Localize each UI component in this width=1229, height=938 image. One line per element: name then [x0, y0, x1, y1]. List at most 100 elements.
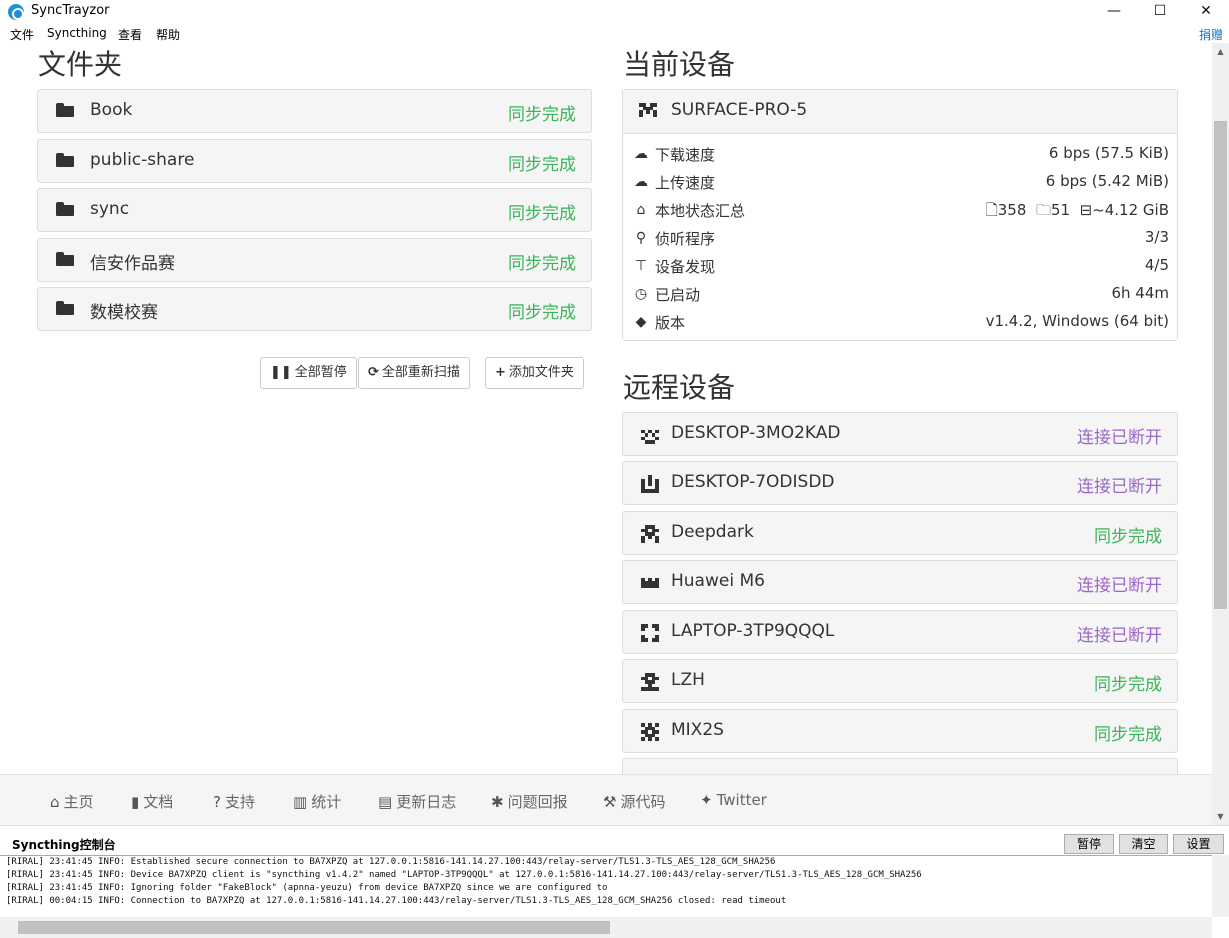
home-icon: ⌂	[636, 202, 646, 218]
console-log[interactable]: [RIRAL] 23:41:45 INFO: Established secur…	[0, 855, 1212, 917]
close-button[interactable]: ✕	[1183, 0, 1229, 24]
footer-link-stats[interactable]: ▥ 统计	[293, 791, 341, 812]
console-horizontal-scrollbar[interactable]	[0, 917, 1212, 938]
device-identicon-icon	[641, 426, 659, 444]
this-device-header[interactable]: SURFACE-PRO-5	[623, 90, 1177, 134]
link-label: 统计	[311, 793, 342, 811]
row-value[interactable]: 3/3	[1145, 228, 1169, 246]
add-folder-button[interactable]: + 添加文件夹	[485, 357, 584, 389]
remote-device-huawei-m6[interactable]: Huawei M6 连接已断开	[622, 560, 1178, 604]
remote-device-laptop-3tp9qqql[interactable]: LAPTOP-3TP9QQQL 连接已断开	[622, 610, 1178, 654]
console-header: Syncthing控制台 暂停 清空 设置	[0, 825, 1229, 855]
hdd-icon: ⊟	[1079, 201, 1093, 219]
folder-panel-public-share[interactable]: public-share 同步完成	[37, 139, 592, 183]
window-title: SyncTrayzor	[31, 3, 110, 18]
folder-panel-book[interactable]: Book 同步完成	[37, 89, 592, 133]
device-name: DESKTOP-3MO2KAD	[671, 423, 841, 443]
folder-name: 数模校赛	[90, 303, 158, 323]
rescan-all-button[interactable]: ⟳ 全部重新扫描	[358, 357, 470, 389]
row-local-state: ⌂ 本地状态汇总 🗋358 🗀51 ⊟~4.12 GiB	[633, 196, 1169, 224]
row-value: 6h 44m	[1111, 284, 1169, 302]
remote-device-deepdark[interactable]: Deepdark 同步完成	[622, 511, 1178, 555]
footer-link-home[interactable]: ⌂ 主页	[50, 791, 94, 812]
refresh-icon: ⟳	[368, 365, 379, 380]
folder-outline-icon: 🗀	[1035, 201, 1051, 219]
scroll-down-arrow-icon[interactable]: ▼	[1212, 808, 1229, 825]
menu-file[interactable]: 文件	[10, 26, 34, 43]
row-uptime: ◷ 已启动 6h 44m	[633, 280, 1169, 308]
row-download-rate: ☁ 下载速度 6 bps (57.5 KiB)	[633, 140, 1169, 168]
footer-link-docs[interactable]: ▮ 文档	[131, 791, 173, 812]
link-label: 支持	[224, 793, 255, 811]
folder-panel-xinan[interactable]: 信安作品赛 同步完成	[37, 238, 592, 282]
console-pause-button[interactable]: 暂停	[1064, 834, 1114, 854]
this-device-name: SURFACE-PRO-5	[671, 100, 808, 120]
device-name: LAPTOP-3TP9QQQL	[671, 621, 835, 641]
remote-device-mix2s[interactable]: MIX2S 同步完成	[622, 709, 1178, 753]
remote-device-lzh[interactable]: LZH 同步完成	[622, 659, 1178, 703]
sitemap-icon: ⚲	[635, 230, 647, 246]
minimize-button[interactable]: —	[1091, 0, 1137, 24]
row-label: 侦听程序	[655, 230, 716, 248]
file-text-icon: ▤	[378, 793, 393, 811]
row-upload-rate: ☁ 上传速度 6 bps (5.42 MiB)	[633, 168, 1169, 196]
wrench-icon: ⚒	[603, 793, 617, 811]
footer-link-source[interactable]: ⚒ 源代码	[603, 791, 665, 812]
row-discovery: ⊤ 设备发现 4/5	[633, 252, 1169, 280]
footer-link-changelog[interactable]: ▤ 更新日志	[378, 791, 456, 812]
scrollbar-thumb[interactable]	[18, 921, 610, 934]
device-status: 连接已断开	[1077, 477, 1162, 497]
device-name: DESKTOP-7ODISDD	[671, 472, 835, 492]
row-value[interactable]: 4/5	[1145, 256, 1169, 274]
device-identicon-icon	[641, 624, 659, 642]
row-label: 设备发现	[655, 258, 716, 276]
device-identicon-icon	[641, 475, 659, 493]
bar-chart-icon: ▥	[293, 793, 308, 811]
link-label: 文档	[143, 793, 174, 811]
menu-view[interactable]: 查看	[118, 26, 142, 43]
signpost-icon: ⊤	[634, 258, 648, 274]
folder-icon	[56, 301, 74, 317]
tag-icon: ◆	[635, 314, 647, 330]
folder-icon	[56, 252, 74, 268]
folder-name: Book	[90, 100, 133, 120]
question-circle-icon: ?	[213, 793, 221, 811]
maximize-button[interactable]: ☐	[1137, 0, 1183, 24]
menu-bar: 文件 Syncthing 查看 帮助 捐赠	[0, 24, 1229, 43]
page-scrollbar[interactable]: ▲ ▼	[1212, 43, 1229, 825]
row-value: 6 bps (57.5 KiB)	[1048, 144, 1169, 162]
folder-panel-shumo[interactable]: 数模校赛 同步完成	[37, 287, 592, 331]
console-title: Syncthing控制台	[12, 838, 116, 852]
row-label: 下载速度	[655, 146, 716, 164]
bug-icon: ✱	[491, 793, 504, 811]
clock-icon: ◷	[634, 286, 648, 302]
menu-syncthing[interactable]: Syncthing	[47, 26, 107, 40]
scroll-up-arrow-icon[interactable]: ▲	[1212, 43, 1229, 60]
folder-status: 同步完成	[508, 204, 576, 224]
footer-link-twitter[interactable]: ✦ Twitter	[700, 791, 767, 809]
total-size: ~4.12 GiB	[1092, 201, 1169, 219]
device-status: 同步完成	[1094, 675, 1162, 695]
footer-link-bugs[interactable]: ✱ 问题回报	[491, 791, 568, 812]
folder-panel-sync[interactable]: sync 同步完成	[37, 188, 592, 232]
pause-all-label: 全部暂停	[294, 365, 347, 380]
menu-help[interactable]: 帮助	[156, 26, 180, 43]
remote-device-desktop-3mo2kad[interactable]: DESKTOP-3MO2KAD 连接已断开	[622, 412, 1178, 456]
device-status: 连接已断开	[1077, 576, 1162, 596]
remote-device-desktop-7odisdd[interactable]: DESKTOP-7ODISDD 连接已断开	[622, 461, 1178, 505]
footer-link-support[interactable]: ? 支持	[213, 791, 255, 812]
donate-link[interactable]: 捐赠	[1199, 26, 1223, 43]
file-icon: 🗋	[985, 201, 998, 219]
scrollbar-thumb[interactable]	[1214, 121, 1227, 609]
console-settings-button[interactable]: 设置	[1173, 834, 1224, 854]
this-device-heading: 当前设备	[623, 48, 736, 81]
link-label: 问题回报	[507, 793, 568, 811]
book-icon: ▮	[131, 793, 140, 811]
console-vertical-scrollbar[interactable]	[1212, 855, 1229, 917]
console-clear-button[interactable]: 清空	[1119, 834, 1168, 854]
remote-devices-heading: 远程设备	[623, 371, 736, 404]
row-label: 版本	[655, 314, 686, 332]
pause-all-button[interactable]: ❚❚ 全部暂停	[260, 357, 357, 389]
row-label: 本地状态汇总	[655, 202, 746, 220]
device-name: LZH	[671, 670, 705, 690]
